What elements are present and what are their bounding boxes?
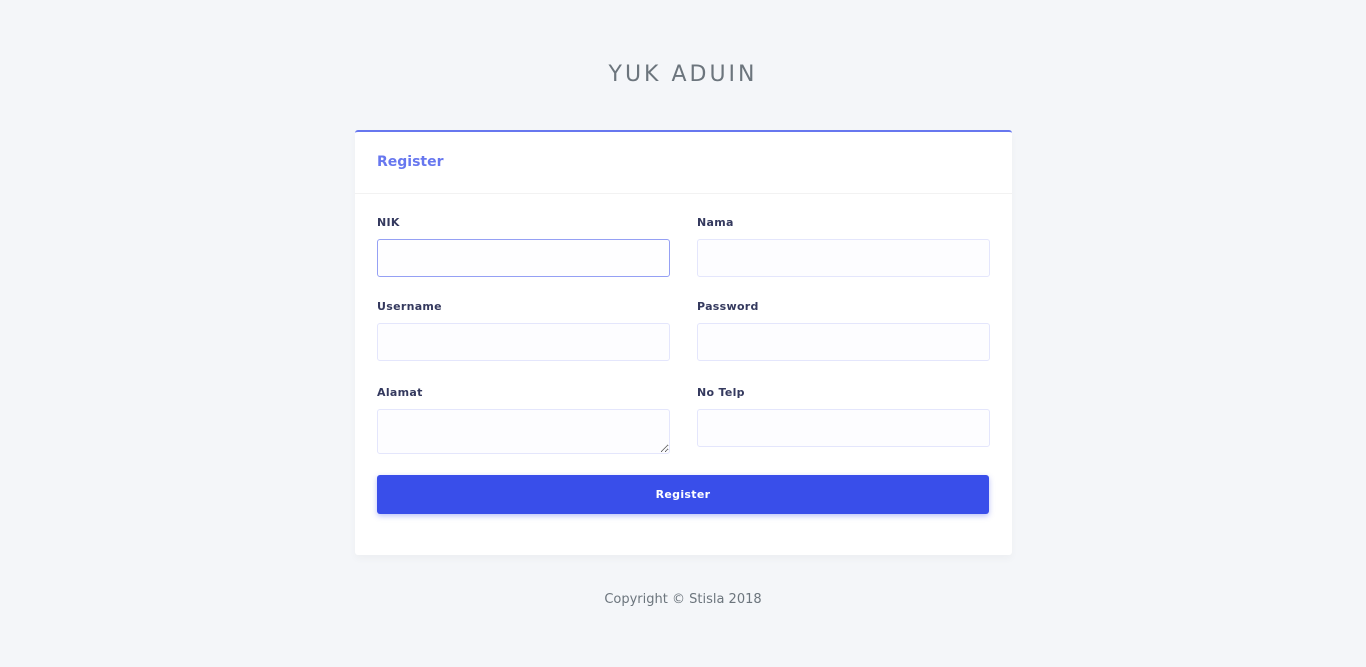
password-label: Password bbox=[697, 300, 759, 313]
password-input[interactable] bbox=[697, 323, 990, 361]
card-header: Register bbox=[355, 132, 1012, 194]
nama-field-group: Nama bbox=[697, 216, 990, 277]
nik-input[interactable] bbox=[377, 239, 670, 277]
no-telp-input[interactable] bbox=[697, 409, 990, 447]
brand-title: YUK ADUIN bbox=[608, 62, 758, 87]
username-field-group: Username bbox=[377, 300, 670, 361]
nama-label: Nama bbox=[697, 216, 734, 229]
alamat-field-group: Alamat bbox=[377, 386, 670, 454]
register-card: Register NIK Nama Username Password Alam… bbox=[355, 130, 1012, 555]
footer-copyright: Copyright © Stisla 2018 bbox=[604, 592, 762, 607]
username-input[interactable] bbox=[377, 323, 670, 361]
card-title: Register bbox=[377, 154, 444, 170]
nik-field-group: NIK bbox=[377, 216, 670, 277]
register-page: YUK ADUIN Register NIK Nama Username Pas… bbox=[0, 0, 1366, 667]
register-button[interactable]: Register bbox=[377, 475, 989, 514]
no-telp-label: No Telp bbox=[697, 386, 745, 399]
alamat-label: Alamat bbox=[377, 386, 423, 399]
password-field-group: Password bbox=[697, 300, 990, 361]
username-label: Username bbox=[377, 300, 442, 313]
alamat-textarea[interactable] bbox=[377, 409, 670, 454]
nama-input[interactable] bbox=[697, 239, 990, 277]
no-telp-field-group: No Telp bbox=[697, 386, 990, 447]
nik-label: NIK bbox=[377, 216, 400, 229]
